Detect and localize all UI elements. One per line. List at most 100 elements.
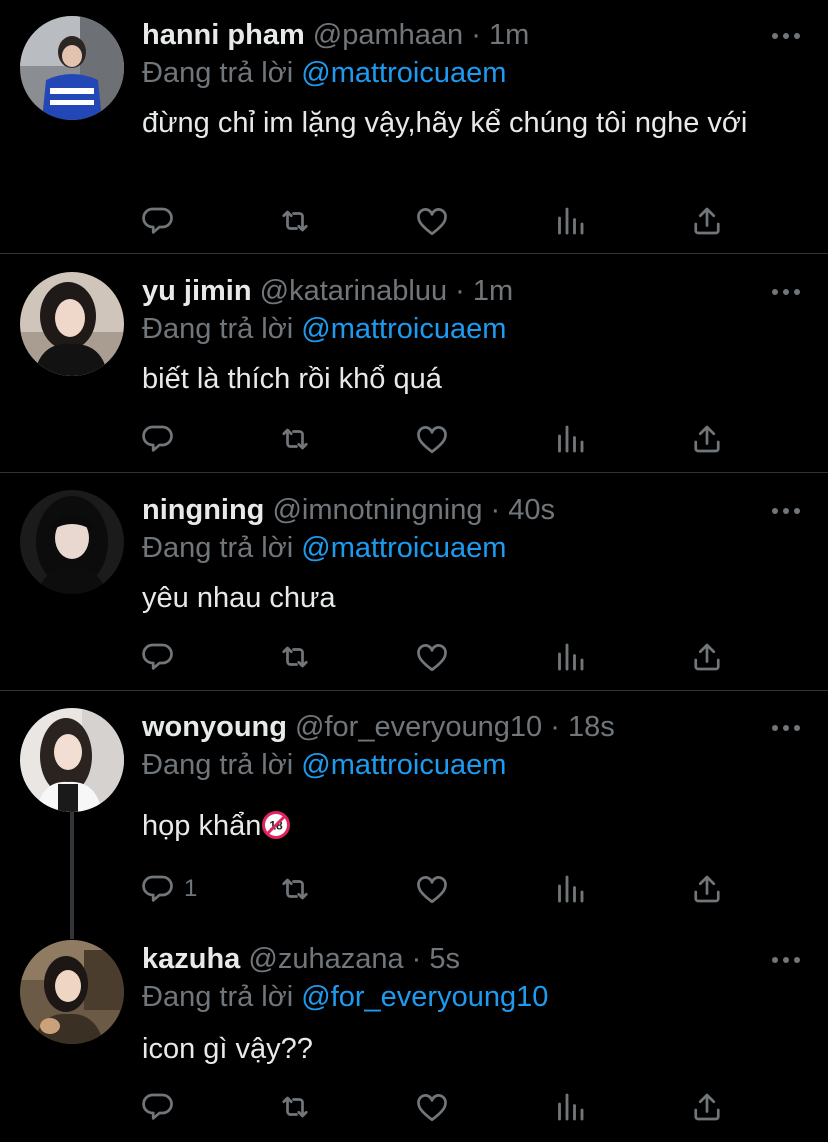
mention-link[interactable]: @mattroicuaem xyxy=(301,532,506,564)
display-name[interactable]: kazuha xyxy=(142,943,240,975)
mention-link[interactable]: @mattroicuaem xyxy=(301,313,506,345)
reply-button[interactable] xyxy=(140,1089,176,1125)
reply-button[interactable]: 1 xyxy=(140,871,197,907)
separator-dot: · xyxy=(490,494,501,526)
tweet-wonyoung[interactable]: wonyoung @for_everyoung10 · 18s Đang trả… xyxy=(0,691,828,939)
action-bar xyxy=(140,421,740,457)
like-button[interactable] xyxy=(414,421,450,457)
reply-button[interactable] xyxy=(140,639,176,675)
like-button[interactable] xyxy=(414,639,450,675)
tweet-text: đừng chỉ im lặng vậy,hãy kể chúng tôi ng… xyxy=(142,107,748,139)
share-button[interactable] xyxy=(689,639,725,675)
timestamp[interactable]: 18s xyxy=(568,711,615,743)
heart-icon xyxy=(417,1094,447,1122)
mention-link[interactable]: @mattroicuaem xyxy=(301,749,506,781)
tweet-ningning[interactable]: ningning @imnotningning · 40s Đang trả l… xyxy=(0,473,828,690)
separator-dot: · xyxy=(455,275,465,307)
more-horizontal-icon xyxy=(772,289,800,295)
timestamp[interactable]: 5s xyxy=(429,943,460,975)
more-button[interactable] xyxy=(770,29,802,41)
retweet-button[interactable] xyxy=(277,203,313,239)
share-button[interactable] xyxy=(689,871,725,907)
display-name[interactable]: yu jimin xyxy=(142,275,252,307)
retweet-icon xyxy=(282,1096,308,1118)
reply-bubble-icon xyxy=(142,875,173,902)
tweet-text: icon gì vậy?? xyxy=(142,1033,313,1065)
more-horizontal-icon xyxy=(772,957,800,963)
like-button[interactable] xyxy=(414,1089,450,1125)
avatar[interactable] xyxy=(20,16,124,120)
retweet-button[interactable] xyxy=(277,639,313,675)
reply-bubble-icon xyxy=(142,207,173,234)
avatar[interactable] xyxy=(20,708,124,812)
reply-button[interactable] xyxy=(140,421,176,457)
action-bar: 1 xyxy=(140,871,740,907)
views-button[interactable] xyxy=(552,871,588,907)
tweet-header: kazuha @zuhazana · 5s xyxy=(142,941,460,977)
share-upload-icon xyxy=(694,207,720,235)
mention-link[interactable]: @for_everyoung10 xyxy=(301,981,548,1013)
tweet-text: họp khẩn xyxy=(142,810,262,842)
display-name[interactable]: wonyoung xyxy=(142,711,287,743)
share-button[interactable] xyxy=(689,203,725,239)
tweet-text: biết là thích rồi khổ quá xyxy=(142,363,442,395)
share-button[interactable] xyxy=(689,421,725,457)
analytics-bars-icon xyxy=(558,643,584,671)
retweet-button[interactable] xyxy=(277,871,313,907)
share-upload-icon xyxy=(694,1093,720,1121)
replying-to-label: Đang trả lời xyxy=(142,532,294,564)
views-button[interactable] xyxy=(552,421,588,457)
separator-dot: · xyxy=(471,19,481,51)
avatar[interactable] xyxy=(20,490,124,594)
mention-link[interactable]: @mattroicuaem xyxy=(301,57,506,89)
tweet-text-container: họp khẩn18 xyxy=(142,807,802,845)
user-handle[interactable]: @for_everyoung10 xyxy=(295,711,542,743)
replying-to: Đang trả lời @mattroicuaem xyxy=(142,55,506,91)
timestamp[interactable]: 40s xyxy=(508,494,555,526)
tweet-text: yêu nhau chưa xyxy=(142,582,336,614)
user-handle[interactable]: @pamhaan xyxy=(313,19,463,51)
more-button[interactable] xyxy=(770,504,802,516)
action-bar xyxy=(140,1089,740,1125)
analytics-bars-icon xyxy=(558,425,584,453)
share-button[interactable] xyxy=(689,1089,725,1125)
reply-feed: hanni pham @pamhaan · 1m Đang trả lời @m… xyxy=(0,0,828,1142)
more-button[interactable] xyxy=(770,285,802,297)
avatar[interactable] xyxy=(20,272,124,376)
user-handle[interactable]: @zuhazana xyxy=(248,943,403,975)
like-button[interactable] xyxy=(414,871,450,907)
timestamp[interactable]: 1m xyxy=(489,19,529,51)
retweet-icon xyxy=(282,878,308,900)
separator-dot: · xyxy=(550,711,560,743)
avatar[interactable] xyxy=(20,940,124,1044)
action-bar xyxy=(140,639,740,675)
timestamp[interactable]: 1m xyxy=(473,275,513,307)
views-button[interactable] xyxy=(552,1089,588,1125)
retweet-icon xyxy=(282,210,308,232)
analytics-bars-icon xyxy=(558,1093,584,1121)
heart-icon xyxy=(417,208,447,236)
user-handle[interactable]: @katarinabluu xyxy=(260,275,447,307)
more-button[interactable] xyxy=(770,953,802,965)
views-button[interactable] xyxy=(552,203,588,239)
user-handle[interactable]: @imnotningning xyxy=(272,494,482,526)
more-button[interactable] xyxy=(770,721,802,733)
retweet-button[interactable] xyxy=(277,421,313,457)
display-name[interactable]: hanni pham xyxy=(142,19,305,51)
thread-connector xyxy=(70,812,74,939)
reply-button[interactable] xyxy=(140,203,176,239)
more-horizontal-icon xyxy=(772,33,800,39)
tweet-kazuha[interactable]: kazuha @zuhazana · 5s Đang trả lời @for_… xyxy=(0,932,828,1142)
retweet-button[interactable] xyxy=(277,1089,313,1125)
views-button[interactable] xyxy=(552,639,588,675)
heart-icon xyxy=(417,644,447,672)
action-bar xyxy=(140,203,740,239)
analytics-bars-icon xyxy=(558,875,584,903)
tweet-hanni-pham[interactable]: hanni pham @pamhaan · 1m Đang trả lời @m… xyxy=(0,0,828,253)
tweet-yu-jimin[interactable]: yu jimin @katarinabluu · 1m Đang trả lời… xyxy=(0,254,828,472)
display-name[interactable]: ningning xyxy=(142,494,264,526)
share-upload-icon xyxy=(694,643,720,671)
replying-to: Đang trả lời @mattroicuaem xyxy=(142,747,506,783)
like-button[interactable] xyxy=(414,203,450,239)
no-one-under-eighteen-emoji: 18 xyxy=(262,811,291,839)
